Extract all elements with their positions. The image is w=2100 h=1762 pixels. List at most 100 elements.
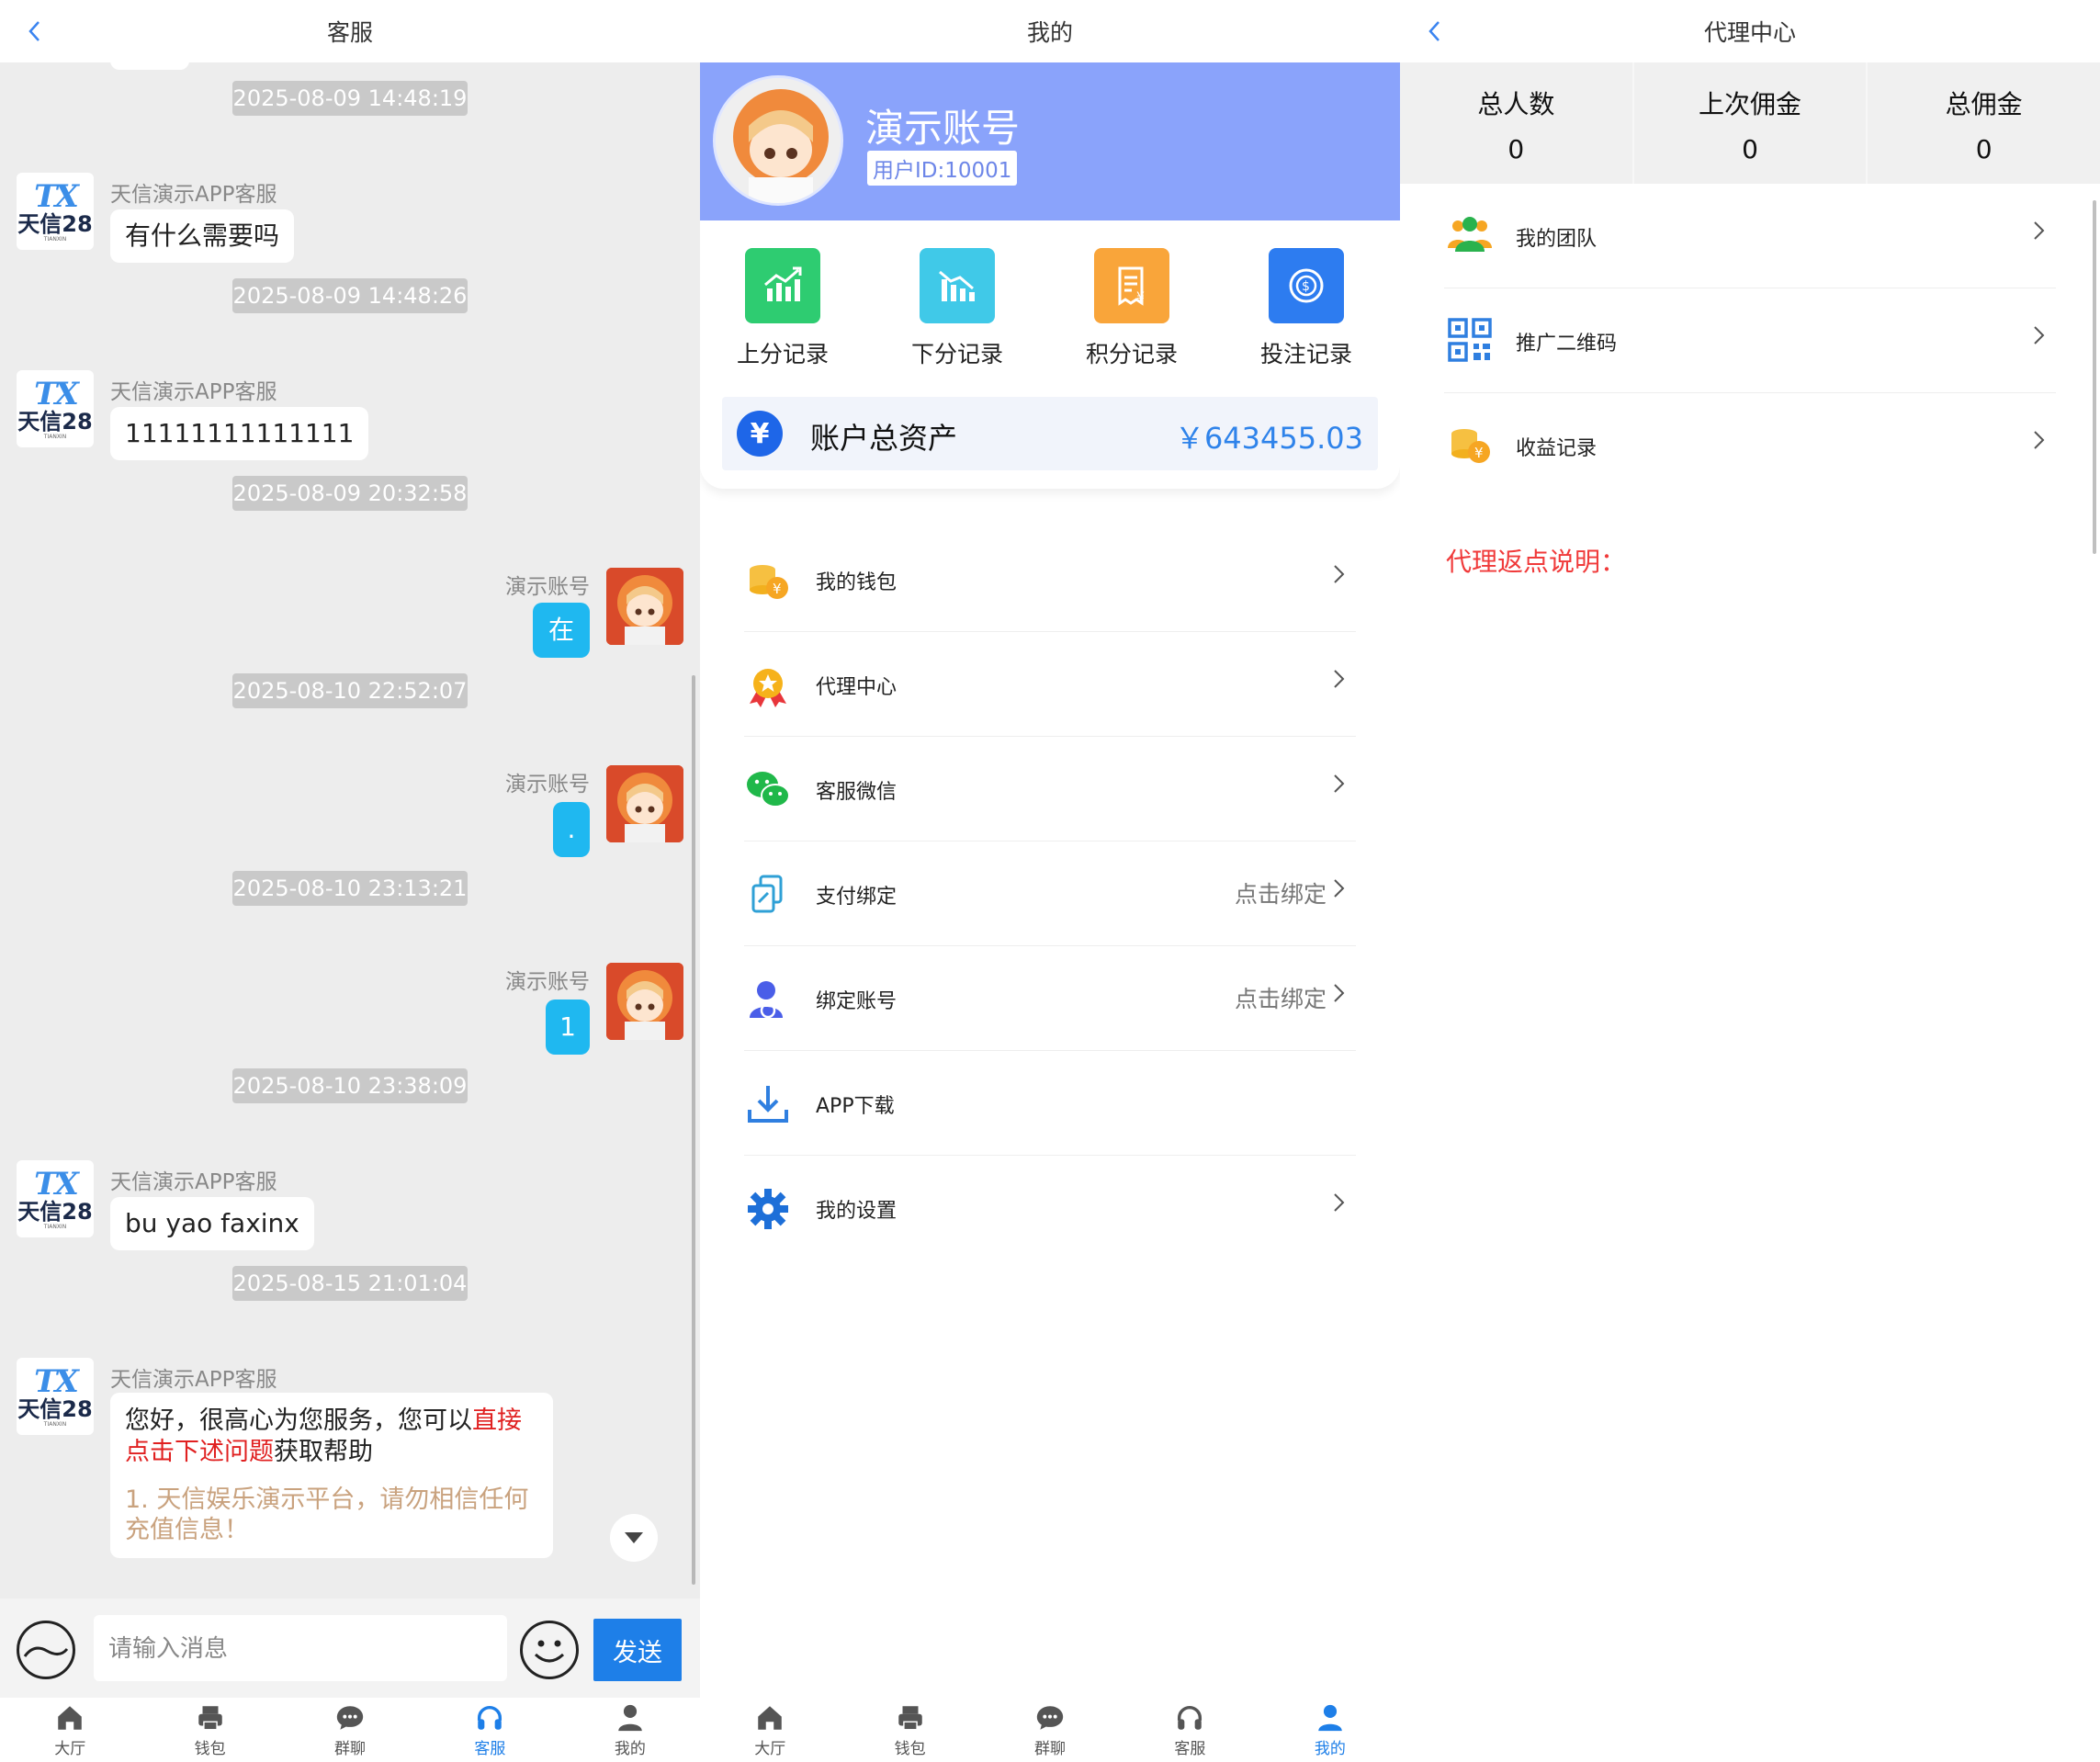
- chevron-right-icon: [1334, 984, 1345, 1002]
- chat-bubble-icon: [336, 1705, 364, 1730]
- message-input-bar: 发送: [0, 1598, 700, 1698]
- my-message-bubble: 在: [533, 603, 590, 658]
- user-icon: [618, 1704, 642, 1731]
- message-timestamp: 2025-08-15 21:01:04: [232, 1266, 468, 1301]
- page-title: 代理中心: [1703, 19, 1796, 46]
- faq-question-link[interactable]: 1. 天信娱乐演示平台，请勿相信任何充值信息！: [125, 1485, 538, 1545]
- menu-item-wallet[interactable]: ¥ 我的钱包: [744, 527, 1356, 632]
- sender-name: 天信演示APP客服: [110, 1170, 277, 1194]
- back-button[interactable]: [20, 13, 48, 50]
- receipt-icon: ¥: [1094, 248, 1169, 323]
- tab-wallet[interactable]: 钱包: [140, 1698, 279, 1762]
- bet-records-button[interactable]: $ 投注记录: [1237, 248, 1375, 369]
- svg-text:$: $: [1302, 279, 1310, 294]
- service-message-bubble: 11111111111111: [110, 407, 369, 460]
- profile-avatar[interactable]: [713, 75, 843, 206]
- my-avatar: [606, 765, 683, 842]
- stat-last-commission: 上次佣金 0: [1634, 62, 1869, 184]
- chat-message-list[interactable]: 2025-08-09 14:48:19 TX 天信28 TIANXIN 天信演示…: [0, 62, 700, 1598]
- menu-item-settings[interactable]: 我的设置: [744, 1156, 1356, 1260]
- message-input[interactable]: [94, 1615, 507, 1681]
- copy-link-icon: [751, 875, 783, 913]
- tab-wallet[interactable]: 钱包: [840, 1698, 979, 1762]
- menu-item-promo-qrcode[interactable]: 推广二维码: [1444, 288, 2056, 393]
- menu-item-agent-center[interactable]: 代理中心: [744, 632, 1356, 737]
- menu-item-bind-account[interactable]: 绑定账号 点击绑定: [744, 946, 1356, 1051]
- svg-text:¥: ¥: [1474, 445, 1484, 461]
- menu-item-earnings-records[interactable]: ¥ 收益记录: [1444, 393, 2056, 498]
- menu-item-app-download[interactable]: APP下载: [744, 1051, 1356, 1156]
- message-timestamp: 2025-08-09 20:32:58: [232, 476, 468, 511]
- chart-up-icon: [745, 248, 820, 323]
- profile-header: 演示账号 用户ID:10001: [700, 62, 1400, 220]
- svg-text:¥: ¥: [773, 581, 782, 597]
- chat-bubble-icon: [1036, 1705, 1064, 1730]
- chevron-left-icon: [1428, 21, 1440, 41]
- headset-icon: [1178, 1705, 1202, 1730]
- service-avatar: TX 天信28 TIANXIN: [17, 370, 94, 447]
- chevron-right-icon: [1334, 774, 1345, 793]
- scroll-to-bottom-button[interactable]: [610, 1514, 658, 1562]
- bottom-tab-bar: 大厅 钱包 群聊 客服 我的: [0, 1698, 700, 1762]
- chevron-right-icon: [2034, 326, 2045, 344]
- emoji-button[interactable]: [520, 1621, 579, 1679]
- send-button[interactable]: 发送: [593, 1619, 682, 1681]
- message-timestamp: 2025-08-10 23:38:09: [232, 1068, 468, 1103]
- my-message-bubble: .: [553, 802, 590, 857]
- download-icon: [748, 1086, 788, 1123]
- total-assets-row: ¥ 账户总资产 ￥643455.03: [722, 397, 1378, 470]
- tab-lobby[interactable]: 大厅: [700, 1698, 840, 1762]
- message-timestamp: 2025-08-09 14:48:19: [232, 81, 468, 116]
- gear-icon: [748, 1189, 788, 1229]
- bottom-tab-bar: 大厅 钱包 群聊 客服 我的: [700, 1698, 1400, 1762]
- coins-icon: ¥: [750, 565, 788, 599]
- withdraw-records-button[interactable]: 下分记录: [888, 248, 1026, 369]
- menu-item-payment-binding[interactable]: 支付绑定 点击绑定: [744, 841, 1356, 946]
- service-avatar: TX 天信28 TIANXIN: [17, 173, 94, 250]
- caret-down-icon: [625, 1532, 643, 1543]
- tab-mine[interactable]: 我的: [560, 1698, 700, 1762]
- chevron-right-icon: [1334, 1193, 1345, 1212]
- voice-button[interactable]: [17, 1621, 75, 1679]
- deposit-records-button[interactable]: 上分记录: [714, 248, 852, 369]
- agent-top-bar: 代理中心: [1400, 0, 2100, 62]
- anime-avatar-icon: [606, 963, 683, 1040]
- profile-top-bar: 我的: [700, 0, 1400, 62]
- tab-mine[interactable]: 我的: [1260, 1698, 1400, 1762]
- tab-lobby[interactable]: 大厅: [0, 1698, 140, 1762]
- printer-icon: [898, 1705, 922, 1730]
- coin-refresh-icon: $: [1269, 248, 1344, 323]
- sender-name: 演示账号: [505, 575, 590, 599]
- tab-customer-service[interactable]: 客服: [420, 1698, 559, 1762]
- message-timestamp: 2025-08-10 22:52:07: [232, 673, 468, 708]
- user-name: 演示账号: [865, 106, 1021, 151]
- menu-item-service-wechat[interactable]: 客服微信: [744, 737, 1356, 841]
- menu-item-my-team[interactable]: 我的团队: [1444, 184, 2056, 288]
- bind-hint: 点击绑定: [1234, 986, 1327, 1012]
- total-assets-label: 账户总资产: [810, 421, 958, 456]
- back-button[interactable]: [1420, 13, 1448, 50]
- tab-customer-service[interactable]: 客服: [1120, 1698, 1259, 1762]
- quick-actions-card: 上分记录 下分记录 ¥ 积分记录 $ 投注记录 ¥ 账户总资产 ￥643455.…: [700, 220, 1400, 489]
- agent-center-screen: 代理中心 总人数 0 上次佣金 0 总佣金 0 我的团队 推广二维码 ¥ 收益记…: [1400, 0, 2100, 1762]
- my-avatar: [606, 568, 683, 645]
- anime-avatar-icon: [606, 765, 683, 842]
- user-icon: [1318, 1704, 1342, 1731]
- stat-total-commission: 总佣金 0: [1945, 89, 2023, 164]
- scrollbar[interactable]: [692, 675, 695, 1585]
- chat-top-bar: 客服: [0, 0, 700, 62]
- tab-group-chat[interactable]: 群聊: [280, 1698, 420, 1762]
- partial-message-bubble: [110, 62, 189, 70]
- printer-icon: [198, 1705, 222, 1730]
- points-records-button[interactable]: ¥ 积分记录: [1063, 248, 1201, 369]
- tab-group-chat[interactable]: 群聊: [980, 1698, 1120, 1762]
- home-icon: [758, 1705, 782, 1730]
- sender-name: 天信演示APP客服: [110, 380, 277, 404]
- user-id-badge: 用户ID:10001: [867, 151, 1018, 186]
- sender-name: 天信演示APP客服: [110, 183, 277, 207]
- service-avatar: TX 天信28 TIANXIN: [17, 1160, 94, 1237]
- agent-rebate-note: 代理返点说明：: [1446, 547, 1627, 577]
- sender-name: 演示账号: [505, 970, 590, 994]
- scrollbar[interactable]: [2093, 200, 2096, 554]
- message-timestamp: 2025-08-09 14:48:26: [232, 278, 468, 313]
